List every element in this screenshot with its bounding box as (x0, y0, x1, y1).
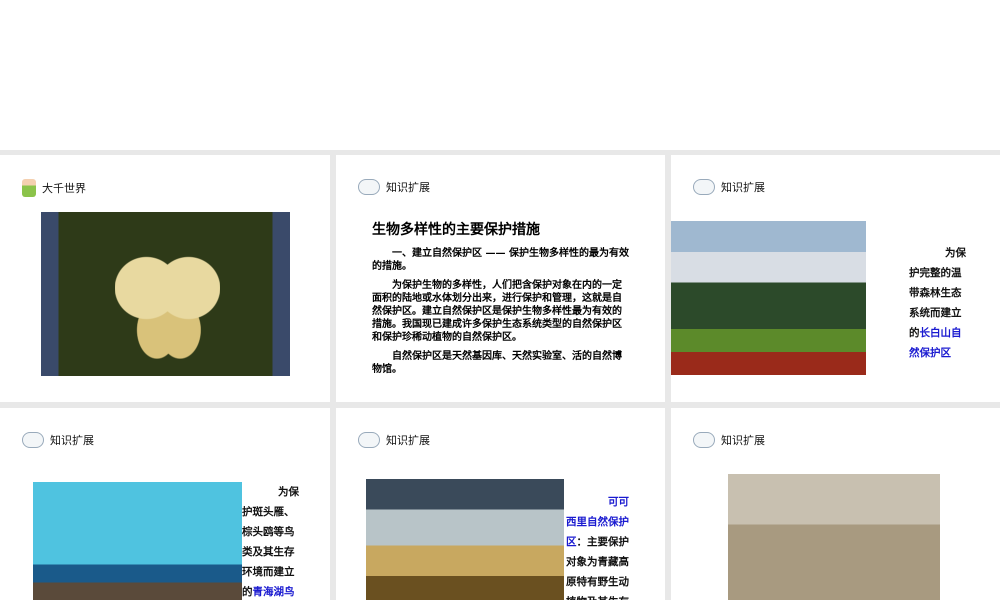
plateau-image (366, 479, 564, 600)
slide-heading: 生物多样性的主要保护措施 (372, 222, 540, 238)
reserve-name: 青海湖鸟 (252, 586, 295, 598)
cartoon-kid-icon (22, 179, 36, 197)
butterfly-shape (115, 240, 220, 360)
slide-title: 知识扩展 (721, 181, 765, 194)
slide-title: 知识扩展 (386, 181, 430, 194)
forest-mountain-image (671, 221, 866, 375)
antelope-image (728, 474, 940, 600)
paragraph-3: 自然保护区是天然基因库、天然实验室、活的自然博物馆。 (372, 351, 622, 375)
slide-thumbnail-3[interactable]: 知识扩展 为保护完整的温带森林生态系统而建立的长白山自然保护区 (671, 155, 1000, 402)
slide-title: 大千世界 (42, 182, 86, 195)
slide-thumbnail-6[interactable]: 知识扩展 (671, 408, 1000, 600)
speech-bubble-icon (22, 432, 44, 448)
paragraph-1: 一、建立自然保护区 —— 保护生物多样性的最为有效的措施。 (372, 248, 629, 272)
slide-thumbnail-5[interactable]: 知识扩展 可可西里自然保护区：主要保护对象为青藏高原特有野生动植物及其生存 (336, 408, 665, 600)
editor-top-area (0, 0, 1000, 150)
speech-bubble-icon (693, 179, 715, 195)
slide-text: 为保护斑头雁、棕头鸥等鸟类及其生存环境而建立的 (242, 486, 299, 598)
slide-title: 知识扩展 (50, 434, 94, 447)
slide-thumbnail-2[interactable]: 知识扩展 生物多样性的主要保护措施 一、建立自然保护区 —— 保护生物多样性的最… (336, 155, 665, 402)
slide-thumbnail-4[interactable]: 知识扩展 为保护斑头雁、棕头鸥等鸟类及其生存环境而建立的青海湖鸟 (0, 408, 330, 600)
slide-thumbnail-1[interactable]: 大千世界 (0, 155, 330, 402)
speech-bubble-icon (693, 432, 715, 448)
birds-lake-image (33, 482, 242, 600)
speech-bubble-icon (358, 179, 380, 195)
slide-title: 知识扩展 (386, 434, 430, 447)
slide-text: 为保护完整的温带森林生态系统而建立的 (909, 247, 966, 339)
speech-bubble-icon (358, 432, 380, 448)
slide-title: 知识扩展 (721, 434, 765, 447)
paragraph-2: 为保护生物的多样性，人们把含保护对象在内的一定面积的陆地或水体划分出来，进行保护… (372, 280, 622, 343)
